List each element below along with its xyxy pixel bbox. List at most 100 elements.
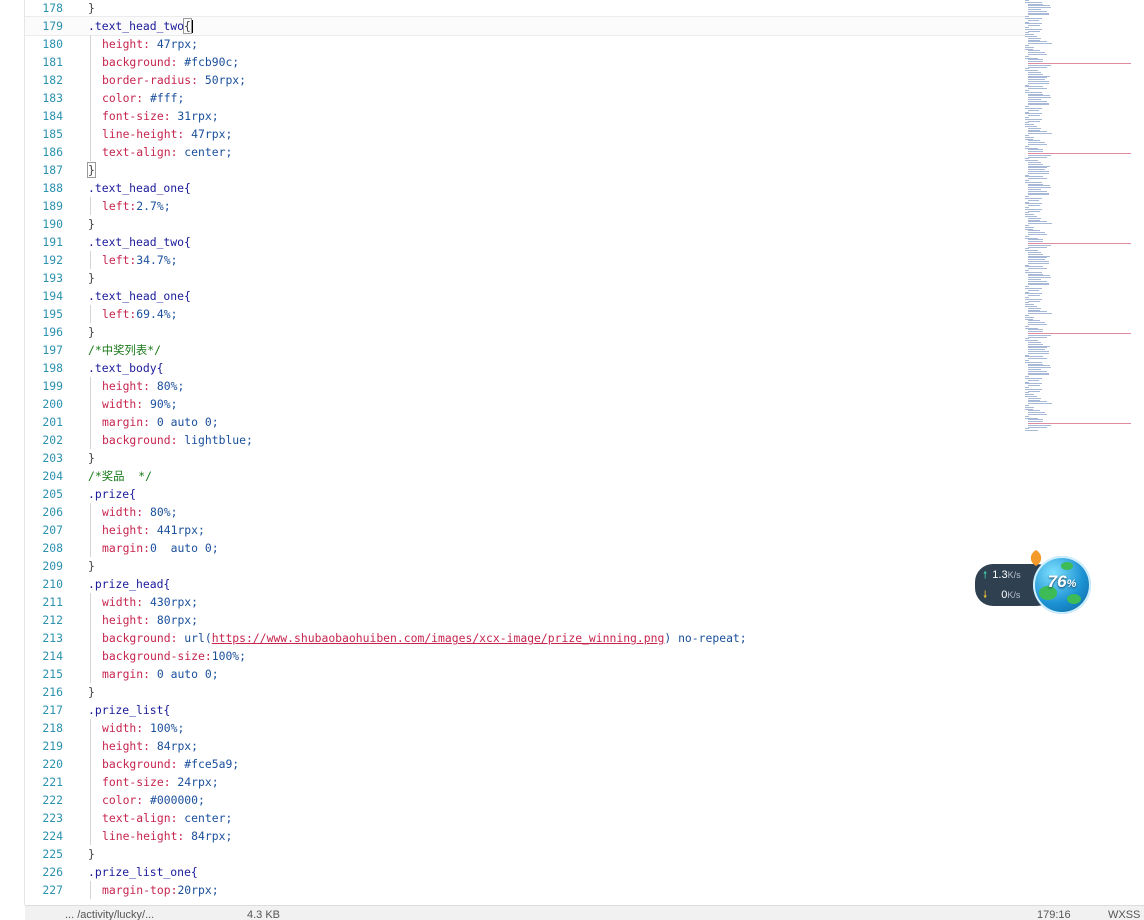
code-line[interactable]: 217 .prize_list{ xyxy=(25,701,1025,719)
code-line[interactable]: 193} xyxy=(25,269,1025,287)
code-text: width: 90%; xyxy=(102,395,177,413)
line-number: 200 xyxy=(42,397,63,411)
text-cursor xyxy=(191,20,193,33)
code-line[interactable]: 219 height: 84rpx; xyxy=(25,737,1025,755)
code-token-punc: } xyxy=(88,559,95,573)
minimap-line xyxy=(1028,403,1053,405)
minimap-line xyxy=(1028,262,1049,264)
code-line[interactable]: 209} xyxy=(25,557,1025,575)
upload-speed: 1.3 xyxy=(992,569,1008,581)
upload-arrow-icon: 🠕 xyxy=(983,570,988,581)
code-line[interactable]: 226 .prize_list_one{ xyxy=(25,863,1025,881)
network-speed-widget[interactable]: 🠕 1.3K/s 🠗 0K/s 76% xyxy=(975,548,1105,618)
line-number: 183 xyxy=(42,91,63,105)
code-line[interactable]: 222 color: #000000; xyxy=(25,791,1025,809)
code-token-sel: .text_head_two{ xyxy=(88,235,191,249)
code-line[interactable]: 204 /*奖品 */ xyxy=(25,467,1025,485)
code-line[interactable]: 213 background: url(https://www.shubaobao… xyxy=(25,629,1025,647)
language-mode[interactable]: WXSS xyxy=(1108,908,1140,920)
code-line[interactable]: 218 width: 100%; xyxy=(25,719,1025,737)
code-line[interactable]: 189 left:2.7%; xyxy=(25,197,1025,215)
file-path[interactable]: ... /activity/lucky/... xyxy=(65,908,154,920)
code-line[interactable]: 206 width: 80%; xyxy=(25,503,1025,521)
code-text: background: url(https://www.shubaobaohui… xyxy=(102,629,747,647)
globe-icon[interactable]: 76% xyxy=(1033,556,1091,614)
minimap-line xyxy=(1028,268,1047,270)
code-line[interactable]: 194 .text_head_one{ xyxy=(25,287,1025,305)
code-line[interactable]: 178} xyxy=(25,0,1025,17)
code-token-prop: margin-top: xyxy=(102,883,178,897)
indent-guide xyxy=(90,881,91,899)
code-line[interactable]: 197 /*中奖列表*/ xyxy=(25,341,1025,359)
code-line[interactable]: 207 height: 441rpx; xyxy=(25,521,1025,539)
code-line[interactable]: 208 margin:0 auto 0; xyxy=(25,539,1025,557)
indent-guide xyxy=(90,251,91,269)
code-line[interactable]: 205 .prize{ xyxy=(25,485,1025,503)
code-line[interactable]: 227 margin-top:20rpx; xyxy=(25,881,1025,899)
code-text: left:69.4%; xyxy=(102,305,177,323)
code-line[interactable]: 214 background-size:100%; xyxy=(25,647,1025,665)
code-line[interactable]: 210 .prize_head{ xyxy=(25,575,1025,593)
line-number: 225 xyxy=(42,847,63,861)
code-token-sel: .prize_head{ xyxy=(88,577,171,591)
indent-guide xyxy=(90,809,91,827)
code-text: .prize_head{ xyxy=(88,575,170,593)
code-text: line-height: 84rpx; xyxy=(102,827,232,845)
indent-guide xyxy=(90,773,91,791)
code-line[interactable]: 200 width: 90%; xyxy=(25,395,1025,413)
code-text: margin: 0 auto 0; xyxy=(102,413,219,431)
line-number: 184 xyxy=(42,109,63,123)
minimap-line xyxy=(1028,426,1047,428)
code-line[interactable]: 198 .text_body{ xyxy=(25,359,1025,377)
code-line[interactable]: 187} xyxy=(25,161,1025,179)
code-line[interactable]: 225} xyxy=(25,845,1025,863)
minimap-line xyxy=(1028,390,1041,392)
code-token-val: 47rpx; xyxy=(150,37,199,51)
code-line[interactable]: 216} xyxy=(25,683,1025,701)
code-token-url: https://www.shubaobaohuiben.com/images/x… xyxy=(211,631,665,645)
code-editor[interactable]: 178} 179 .text_head_two{180 height: 47rpx; 1… xyxy=(25,0,1025,905)
code-text: height: 84rpx; xyxy=(102,737,198,755)
code-line[interactable]: 221 font-size: 24rpx; xyxy=(25,773,1025,791)
code-line[interactable]: 190} xyxy=(25,215,1025,233)
code-line[interactable]: 179 .text_head_two{ xyxy=(25,16,1025,36)
indent-guide xyxy=(90,431,91,449)
code-line[interactable]: 191 .text_head_two{ xyxy=(25,233,1025,251)
minimap[interactable] xyxy=(1024,0,1142,440)
code-text: color: #fff; xyxy=(102,89,184,107)
code-line[interactable]: 192 left:34.7%; xyxy=(25,251,1025,269)
code-line[interactable]: 183 color: #fff; xyxy=(25,89,1025,107)
code-token-val: 0 auto 0; xyxy=(150,667,219,681)
indent-guide xyxy=(90,395,91,413)
minimap-line xyxy=(1028,133,1053,135)
code-line[interactable]: 185 line-height: 47rpx; xyxy=(25,125,1025,143)
minimap-line xyxy=(1028,156,1047,158)
code-text: .prize_list_one{ xyxy=(88,863,198,881)
code-line[interactable]: 180 height: 47rpx; xyxy=(25,35,1025,53)
code-line[interactable]: 195 left:69.4%; xyxy=(25,305,1025,323)
code-line[interactable]: 211 width: 430rpx; xyxy=(25,593,1025,611)
code-line[interactable]: 220 background: #fce5a9; xyxy=(25,755,1025,773)
code-line[interactable]: 186 text-align: center; xyxy=(25,143,1025,161)
indent-guide xyxy=(90,629,91,647)
code-line[interactable]: 181 background: #fcb90c; xyxy=(25,53,1025,71)
minimap-line xyxy=(1028,14,1049,16)
code-line[interactable]: 202 background: lightblue; xyxy=(25,431,1025,449)
code-line[interactable]: 224 line-height: 84rpx; xyxy=(25,827,1025,845)
code-line[interactable]: 196} xyxy=(25,323,1025,341)
code-line[interactable]: 201 margin: 0 auto 0; xyxy=(25,413,1025,431)
code-line[interactable]: 215 margin: 0 auto 0; xyxy=(25,665,1025,683)
code-line[interactable]: 188 .text_head_one{ xyxy=(25,179,1025,197)
code-line[interactable]: 212 height: 80rpx; xyxy=(25,611,1025,629)
code-token-prop: background: xyxy=(102,433,178,447)
code-line[interactable]: 203} xyxy=(25,449,1025,467)
code-line[interactable]: 184 font-size: 31rpx; xyxy=(25,107,1025,125)
code-token-val: 24rpx; xyxy=(170,775,219,789)
code-token-prop: font-size: xyxy=(102,109,171,123)
code-token-val: #fce5a9; xyxy=(177,757,240,771)
cursor-position[interactable]: 179:16 xyxy=(1037,908,1071,920)
code-line[interactable]: 182 border-radius: 50rpx; xyxy=(25,71,1025,89)
code-line[interactable]: 223 text-align: center; xyxy=(25,809,1025,827)
code-text: left:34.7%; xyxy=(102,251,177,269)
code-line[interactable]: 199 height: 80%; xyxy=(25,377,1025,395)
